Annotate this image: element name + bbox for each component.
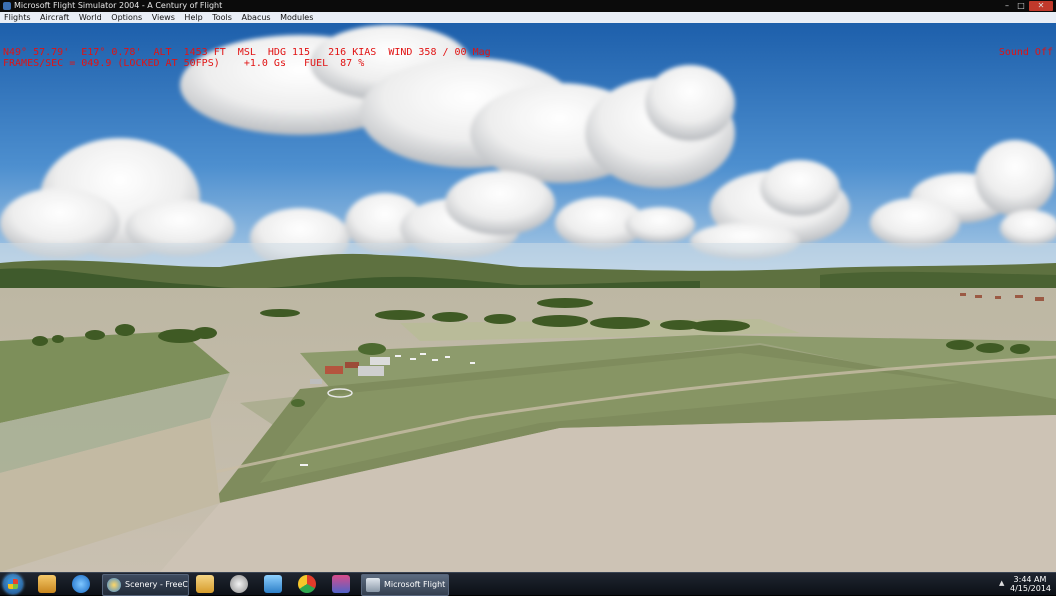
close-button[interactable]: ✕ <box>1029 1 1053 11</box>
menu-modules[interactable]: Modules <box>276 12 316 23</box>
color-app-icon[interactable] <box>298 575 316 593</box>
menu-flights[interactable]: Flights <box>0 12 34 23</box>
menu-abacus[interactable]: Abacus <box>237 12 273 23</box>
network-app-icon[interactable] <box>332 575 350 593</box>
hud-position-readout: N49° 57.79' E17° 0.78' ALT 1453 FT MSL H… <box>3 47 491 58</box>
minimize-button[interactable]: – <box>1001 1 1013 11</box>
start-button[interactable] <box>3 574 23 594</box>
taskbar-task-scenery[interactable]: Scenery - FreeCo... <box>102 574 189 596</box>
clock-date[interactable]: 4/15/2014 <box>1010 584 1051 593</box>
file-explorer-icon[interactable] <box>196 575 214 593</box>
menu-help[interactable]: Help <box>180 12 205 23</box>
menu-options[interactable]: Options <box>107 12 145 23</box>
taskbar: Scenery - FreeCo... Microsoft Flight S..… <box>0 572 1056 596</box>
internet-explorer-icon[interactable] <box>72 575 90 593</box>
hud-frames-readout: FRAMES/SEC = 049.9 (LOCKED AT 50FPS) +1.… <box>3 58 365 69</box>
media-player-icon[interactable] <box>38 575 56 593</box>
clock-time[interactable]: 3:44 AM <box>1010 575 1050 584</box>
remote-desktop-icon[interactable] <box>264 575 282 593</box>
globe-icon <box>107 578 121 592</box>
window-title-bar[interactable]: Microsoft Flight Simulator 2004 - A Cent… <box>0 0 1056 12</box>
windows-logo-icon <box>8 579 18 589</box>
paint-icon[interactable] <box>230 575 248 593</box>
window-title: Microsoft Flight Simulator 2004 - A Cent… <box>14 1 223 10</box>
taskbar-task-flight-simulator[interactable]: Microsoft Flight S... <box>361 574 449 596</box>
menu-aircraft[interactable]: Aircraft <box>36 12 72 23</box>
menu-tools[interactable]: Tools <box>208 12 235 23</box>
app-icon <box>3 2 11 10</box>
landscape-scene <box>0 23 1056 572</box>
maximize-button[interactable]: □ <box>1015 1 1027 11</box>
airplane-icon <box>366 578 380 592</box>
show-hidden-icons-chevron[interactable]: ▲ <box>999 579 1004 587</box>
sound-status-indicator: Sound Off <box>998 47 1053 58</box>
task-label: Scenery - FreeCo... <box>125 580 188 589</box>
menu-views[interactable]: Views <box>148 12 178 23</box>
simulator-viewport[interactable]: N49° 57.79' E17° 0.78' ALT 1453 FT MSL H… <box>0 23 1056 572</box>
menu-world[interactable]: World <box>75 12 105 23</box>
task-label: Microsoft Flight S... <box>384 580 448 589</box>
